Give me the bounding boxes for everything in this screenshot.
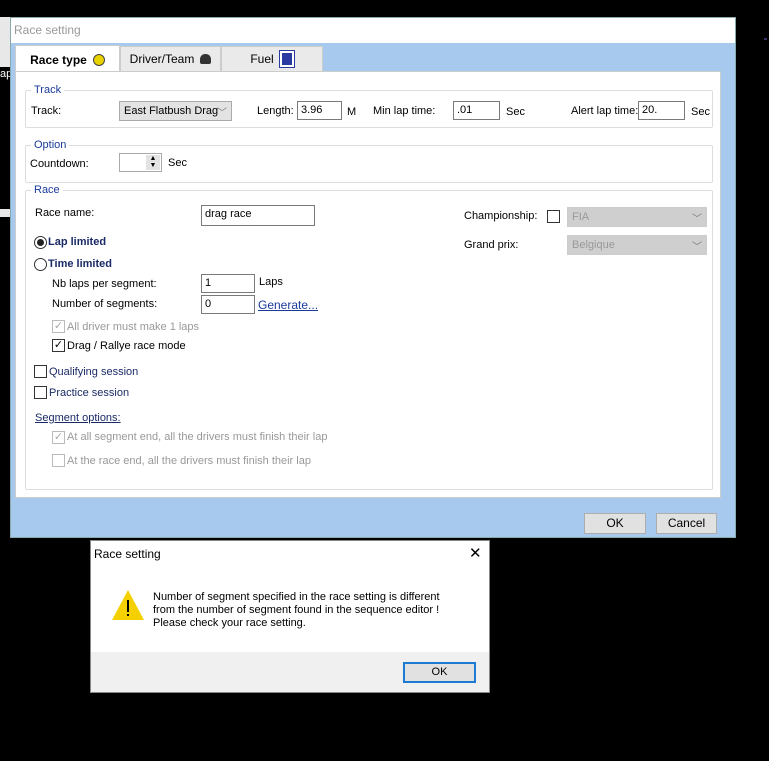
message-line: from the number of segment found in the … — [153, 604, 440, 616]
race-name-input[interactable]: drag race — [201, 205, 315, 226]
grand-prix-select: Belgique ﹀ — [567, 235, 707, 255]
race-end-label: At the race end, all the drivers must fi… — [67, 455, 311, 467]
race-name-label: Race name: — [35, 207, 95, 219]
race-setting-dialog: Race setting Race type Driver/Team Fuel … — [10, 17, 736, 538]
alert-lap-unit: Sec — [691, 106, 710, 118]
seg-end-label: At all segment end, all the drivers must… — [67, 431, 328, 443]
nb-laps-unit: Laps — [259, 276, 283, 288]
cancel-button[interactable]: Cancel — [656, 513, 717, 534]
min-lap-input[interactable]: .01 — [453, 101, 500, 120]
fuel-pump-icon — [278, 50, 295, 68]
track-legend: Track — [34, 84, 62, 96]
dialog-title: Race setting — [11, 18, 735, 43]
practice-label[interactable]: Practice session — [49, 387, 129, 399]
segment-options-label: Segment options: — [35, 412, 121, 424]
track-value: East Flatbush Drag — [124, 105, 219, 117]
seg-end-checkbox: ✓ — [52, 431, 65, 444]
alert-lap-label: Alert lap time: — [571, 105, 639, 117]
length-unit: M — [347, 106, 357, 118]
nb-laps-label: Nb laps per segment: — [52, 278, 157, 290]
min-lap-label: Min lap time: — [373, 105, 436, 117]
race-end-checkbox — [52, 454, 65, 467]
close-icon[interactable]: ✕ — [469, 544, 482, 562]
lap-limited-label[interactable]: Lap limited — [48, 236, 106, 248]
background-dot — [764, 38, 767, 40]
grand-prix-value: Belgique — [572, 239, 615, 251]
countdown-label: Countdown: — [30, 158, 89, 170]
option-legend: Option — [34, 139, 67, 151]
championship-checkbox[interactable] — [547, 210, 560, 223]
background-window: ap — [0, 17, 10, 217]
race-group: Race — [25, 184, 713, 490]
message-text: Number of segment specified in the race … — [153, 591, 440, 630]
message-line: Number of segment specified in the race … — [153, 591, 440, 603]
spinner-arrows-icon[interactable]: ▲ ▼ — [146, 155, 160, 170]
chevron-down-icon: ﹀ — [217, 108, 227, 119]
length-label: Length: — [257, 105, 294, 117]
race-type-panel: Track Track: East Flatbush Drag ﹀ Length:… — [15, 71, 721, 498]
background-fragment-text: ap — [0, 68, 10, 80]
message-line: Please check your race setting. — [153, 617, 306, 629]
race-legend: Race — [34, 184, 60, 196]
clock-face-icon — [92, 53, 105, 66]
driver-helmet-icon — [200, 54, 212, 64]
tab-label: Driver/Team — [129, 52, 195, 66]
background-dark-region — [0, 67, 10, 209]
tab-label: Fuel — [250, 52, 274, 66]
countdown-unit: Sec — [168, 157, 187, 169]
nb-laps-input[interactable]: 1 — [201, 274, 255, 293]
tab-driver-team[interactable]: Driver/Team — [120, 46, 221, 72]
length-input[interactable]: 3.96 — [297, 101, 342, 120]
tab-race-type[interactable]: Race type — [15, 45, 120, 73]
chevron-down-icon: ﹀ — [692, 214, 702, 225]
segments-label: Number of segments: — [52, 298, 158, 310]
time-limited-radio[interactable] — [34, 258, 47, 271]
all-driver-checkbox: ✓ — [52, 320, 65, 333]
qualifying-label[interactable]: Qualifying session — [49, 366, 138, 378]
practice-checkbox[interactable] — [34, 386, 47, 399]
championship-label: Championship: — [464, 210, 538, 222]
chevron-down-icon: ﹀ — [692, 242, 702, 253]
warning-icon — [112, 590, 144, 620]
all-driver-label: All driver must make 1 laps — [67, 321, 200, 333]
message-box-title: Race setting — [94, 547, 161, 561]
drag-mode-label[interactable]: Drag / Rallye race mode — [67, 340, 186, 352]
qualifying-checkbox[interactable] — [34, 365, 47, 378]
drag-mode-checkbox[interactable]: ✓ — [52, 339, 65, 352]
message-ok-button[interactable]: OK — [403, 662, 476, 683]
track-select[interactable]: East Flatbush Drag ﹀ — [119, 101, 232, 121]
championship-select: FIA ﹀ — [567, 207, 707, 227]
tab-fuel[interactable]: Fuel — [221, 46, 323, 72]
alert-lap-input[interactable]: 20. — [638, 101, 685, 120]
track-label: Track: — [31, 105, 62, 117]
generate-link[interactable]: Generate... — [258, 298, 318, 312]
message-box: Race setting ✕ Number of segment specifi… — [90, 540, 490, 693]
grand-prix-label: Grand prix: — [464, 239, 519, 251]
tab-label: Race type — [30, 52, 87, 67]
min-lap-unit: Sec — [506, 106, 525, 118]
time-limited-label[interactable]: Time limited — [48, 258, 112, 270]
segments-input[interactable]: 0 — [201, 295, 255, 314]
lap-limited-radio[interactable] — [34, 236, 47, 249]
ok-button[interactable]: OK — [584, 513, 646, 534]
championship-value: FIA — [572, 211, 590, 223]
